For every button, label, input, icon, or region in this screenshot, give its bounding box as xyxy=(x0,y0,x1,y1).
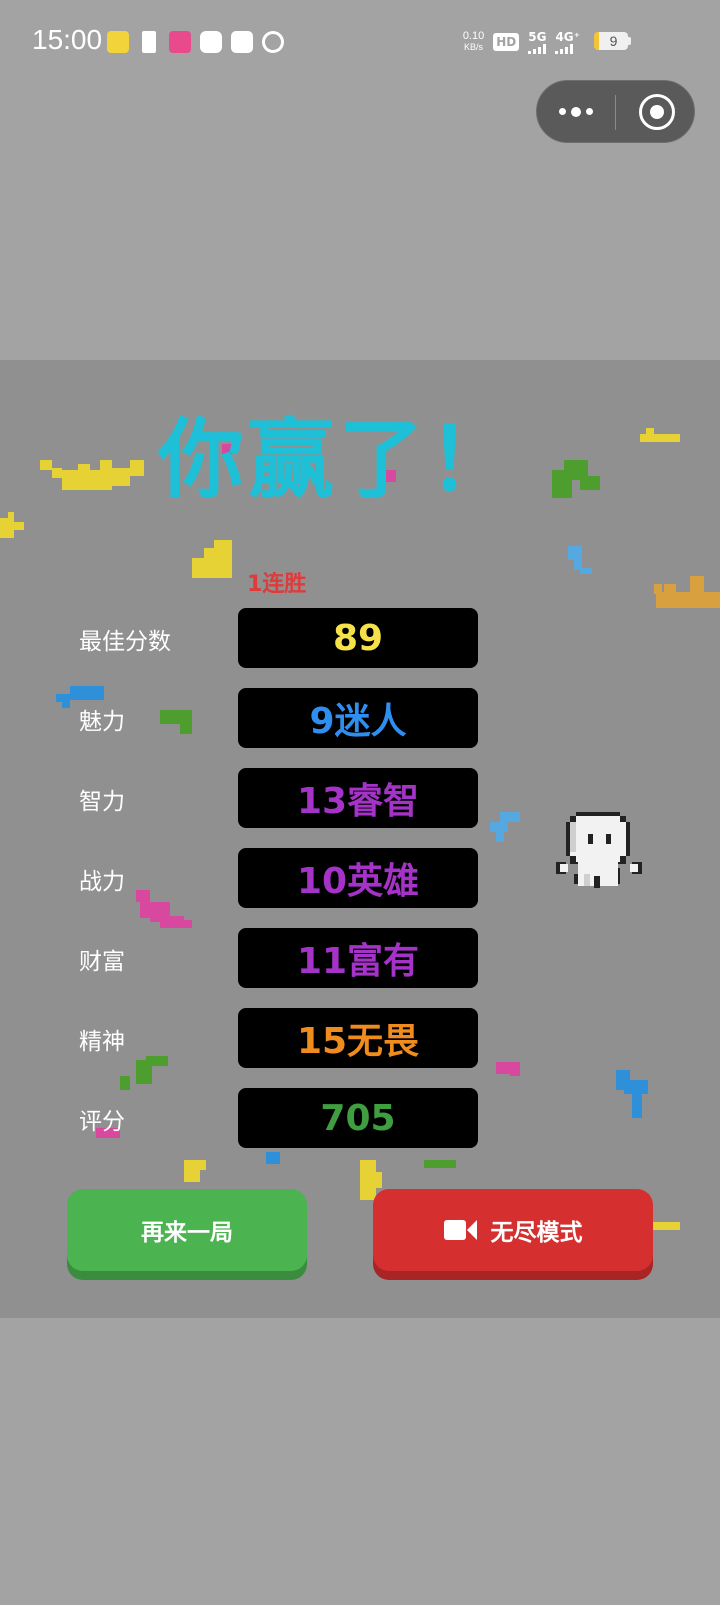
stat-row-best-score: 最佳分数 89 xyxy=(0,608,720,668)
notification-icons xyxy=(107,26,289,58)
stat-label: 评分 xyxy=(79,1109,125,1135)
stat-label: 魅力 xyxy=(79,709,125,735)
close-miniprogram-icon[interactable] xyxy=(639,94,675,130)
stat-value: 89 xyxy=(238,608,478,668)
stat-value: 13睿智 xyxy=(238,768,478,828)
battery-saver-icon xyxy=(142,31,156,53)
stat-row-spirit: 精神 15无畏 xyxy=(0,1008,720,1068)
taobao-icon xyxy=(231,31,253,53)
win-title: 你赢了！ xyxy=(158,410,518,510)
pixel-character xyxy=(556,812,642,888)
video-camera-icon xyxy=(443,1220,477,1240)
stat-label: 战力 xyxy=(79,869,125,895)
play-again-label: 再来一局 xyxy=(141,1220,233,1246)
stat-value: 11富有 xyxy=(238,928,478,988)
app-notification-icon xyxy=(169,31,191,53)
miniprogram-capsule xyxy=(536,80,695,143)
stat-row-wealth: 财富 11富有 xyxy=(0,928,720,988)
stat-value: 9迷人 xyxy=(238,688,478,748)
result-panel: 你赢了！ 1连胜 最佳分数 89 魅力 9迷人 智力 13睿智 战力 10英雄 … xyxy=(0,360,720,1318)
system-indicators: 0.10 KB/s HD 5G 4G⁺ xyxy=(463,30,580,54)
endless-mode-label: 无尽模式 xyxy=(490,1220,583,1246)
stat-row-rating: 评分 705 xyxy=(0,1088,720,1148)
status-bar: 15:00 0.10 KB/s HD 5G 4G⁺ 9 xyxy=(0,0,720,86)
stat-value: 10英雄 xyxy=(238,848,478,908)
app-notification-icon xyxy=(107,31,129,53)
capsule-divider xyxy=(615,95,616,130)
stat-value: 705 xyxy=(238,1088,478,1148)
play-again-button[interactable]: 再来一局 xyxy=(67,1189,307,1271)
endless-mode-button[interactable]: 无尽模式 xyxy=(373,1189,653,1271)
network-speed: 0.10 KB/s xyxy=(462,30,485,53)
stat-label: 最佳分数 xyxy=(79,629,171,655)
stat-label: 智力 xyxy=(79,789,125,815)
hd-icon: HD xyxy=(493,33,520,51)
more-menu-icon[interactable] xyxy=(537,81,615,142)
stat-label: 精神 xyxy=(79,1029,125,1055)
stat-label: 财富 xyxy=(79,949,125,975)
status-time: 15:00 xyxy=(32,24,103,55)
signal-5g-icon: 5G xyxy=(528,30,546,54)
signal-4g-icon: 4G⁺ xyxy=(555,30,580,54)
win-streak: 1连胜 xyxy=(247,572,307,597)
screen: 15:00 0.10 KB/s HD 5G 4G⁺ 9 你赢了！ 1连胜 最佳分… xyxy=(0,0,720,1605)
stat-value: 15无畏 xyxy=(238,1008,478,1068)
battery-tip xyxy=(628,37,631,45)
app-notification-icon xyxy=(257,26,289,58)
battery-icon: 9 xyxy=(594,32,628,50)
app-notification-icon xyxy=(200,31,222,53)
stat-row-charm: 魅力 9迷人 xyxy=(0,688,720,748)
